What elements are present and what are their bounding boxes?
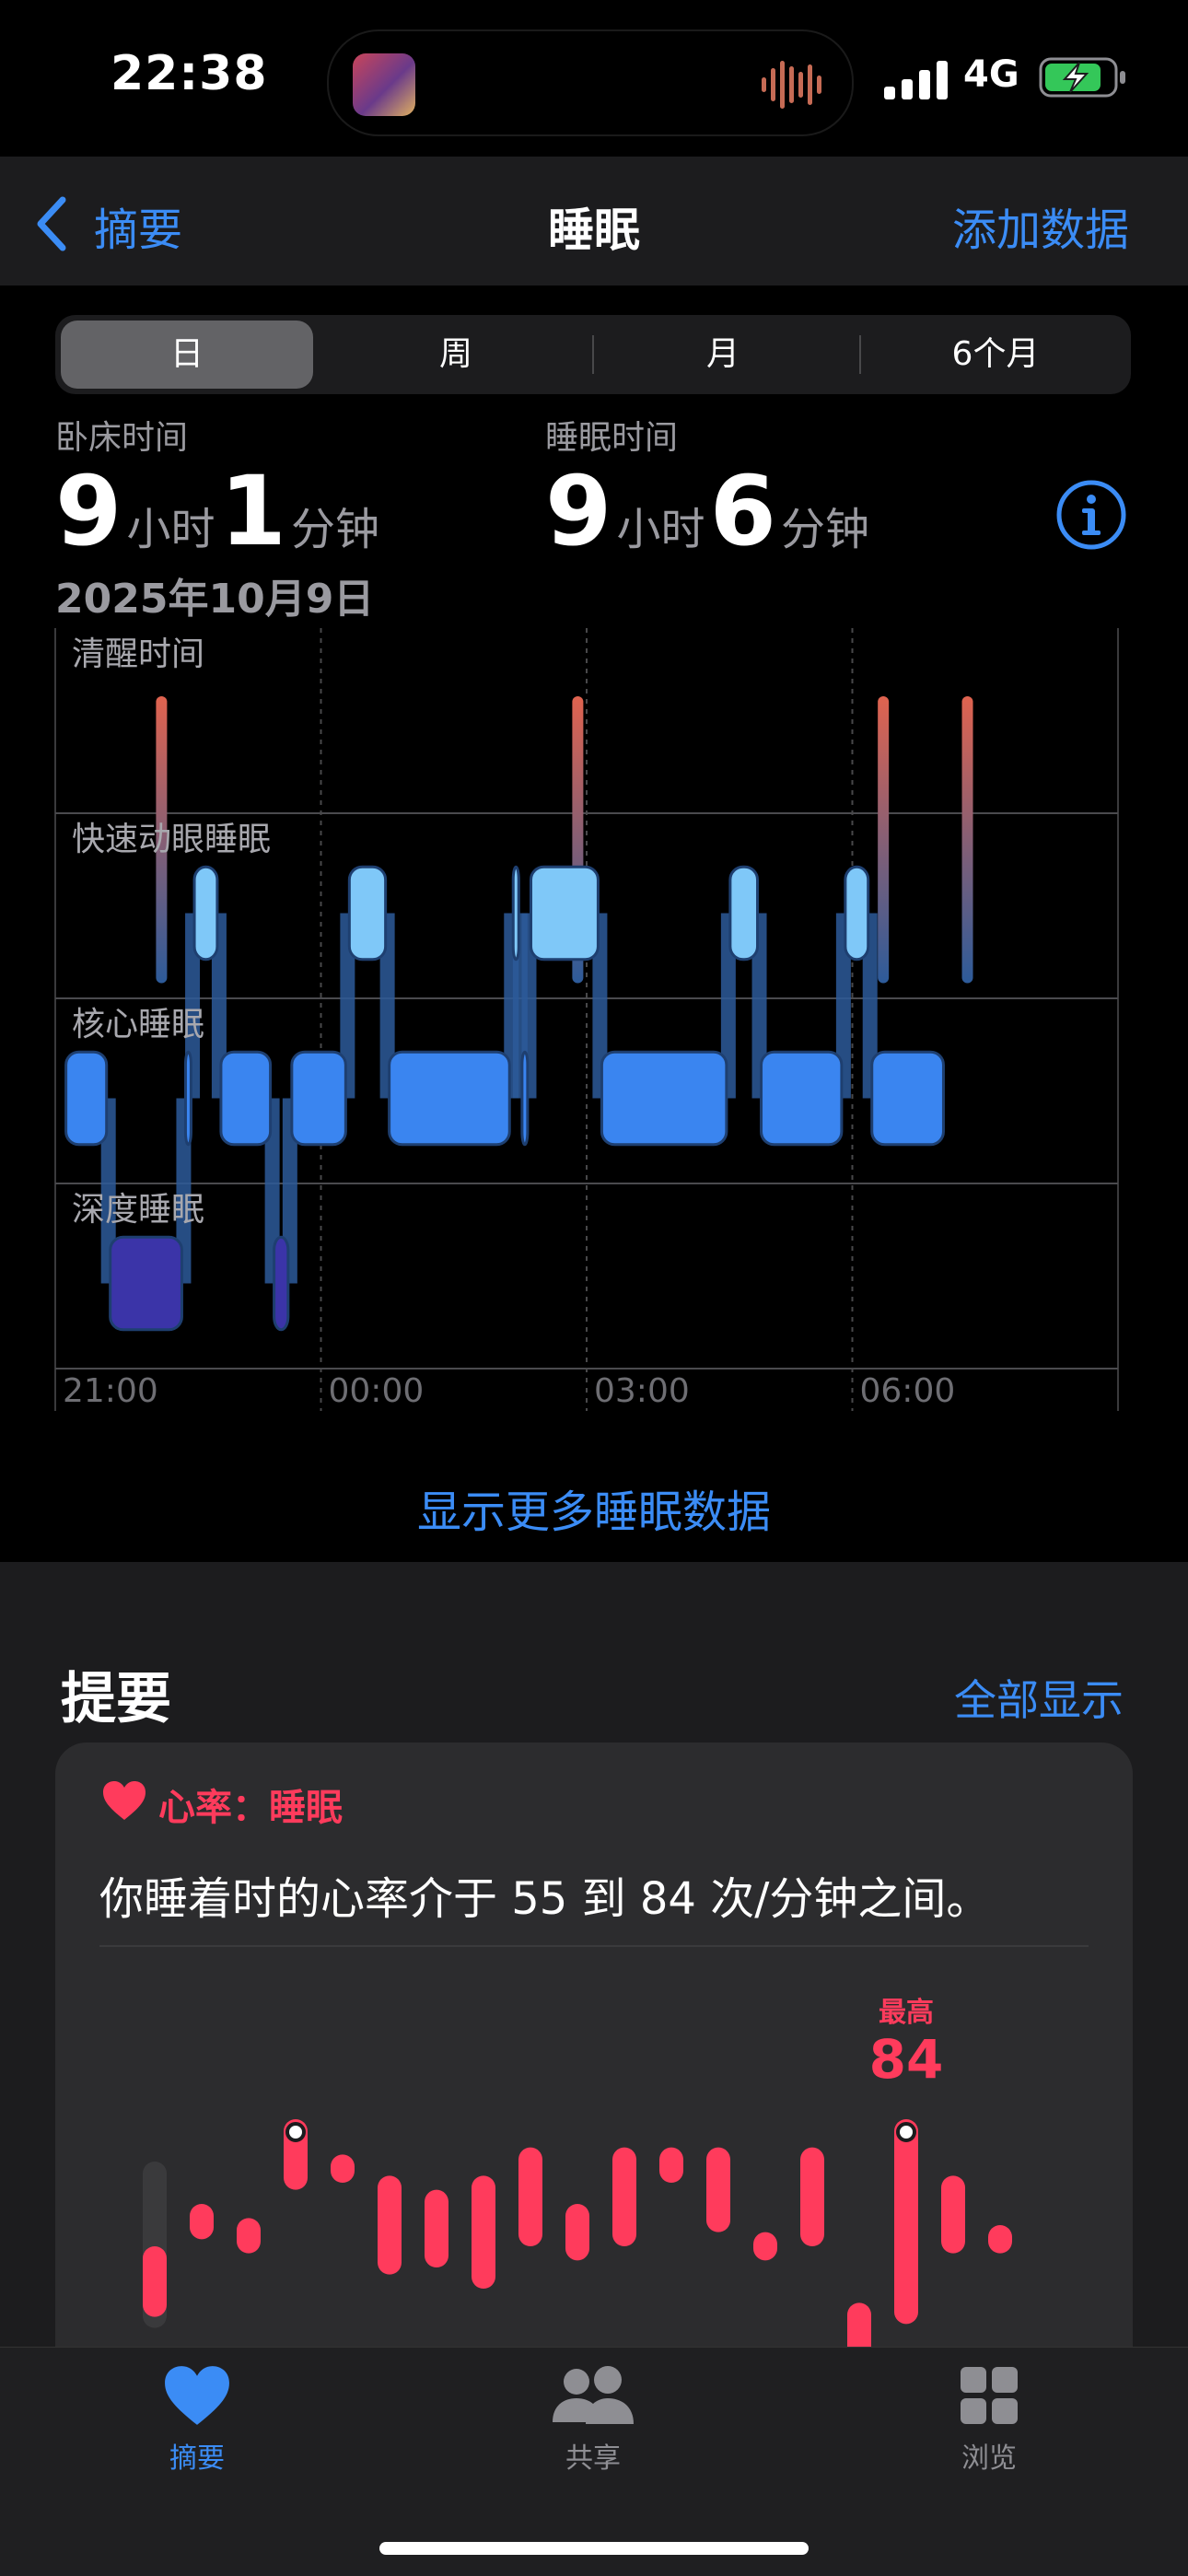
tab-sharing[interactable]: 共享 xyxy=(501,2363,685,2476)
audio-waveform-icon xyxy=(762,61,821,109)
tab-summary-label: 摘要 xyxy=(169,2442,225,2475)
in-bed-value: 9 小时 1 分钟 xyxy=(55,455,379,567)
heart-rate-range-bar xyxy=(190,2204,214,2240)
in-bed-hours-unit: 小时 xyxy=(126,504,215,555)
network-type: 4G xyxy=(963,53,1019,96)
heart-rate-range-bar xyxy=(612,2147,636,2246)
stage-label: 快速动眼睡眠 xyxy=(72,821,271,858)
asleep-label: 睡眠时间 xyxy=(545,419,679,457)
heart-rate-range-bar xyxy=(894,2119,918,2325)
max-label: 最高 xyxy=(879,1997,934,2029)
heart-rate-range-bar xyxy=(425,2189,448,2267)
heart-rate-range-bar xyxy=(237,2218,261,2254)
segment-month[interactable]: 月 xyxy=(599,321,847,389)
status-time: 22:38 xyxy=(111,46,268,101)
heart-rate-range-bar xyxy=(143,2246,167,2317)
heart-rate-range-bar xyxy=(331,2154,355,2183)
segment-divider xyxy=(592,335,594,374)
max-point-marker xyxy=(896,2122,916,2142)
heart-rate-range-bar xyxy=(800,2147,824,2246)
add-data-button[interactable]: 添加数据 xyxy=(952,193,1129,258)
stage-block xyxy=(347,865,388,962)
tab-browse-label: 浏览 xyxy=(961,2442,1017,2475)
stage-block xyxy=(388,1050,511,1147)
asleep-hours: 9 xyxy=(545,455,612,567)
stage-block xyxy=(511,865,520,962)
segment-6-months[interactable]: 6个月 xyxy=(866,321,1125,389)
stage-block xyxy=(290,1050,347,1147)
stage-block xyxy=(520,1050,530,1147)
heart-rate-range-bar xyxy=(941,2175,965,2254)
heart-rate-range-bar xyxy=(753,2232,777,2261)
heart-rate-range-bar xyxy=(565,2204,589,2261)
segment-week[interactable]: 周 xyxy=(332,321,580,389)
asleep-value: 9 小时 6 分钟 xyxy=(545,455,869,567)
stage-block xyxy=(273,1235,290,1332)
heart-rate-category: 心率：睡眠 xyxy=(158,1787,343,1829)
awake-mark xyxy=(878,696,890,984)
max-value: 84 xyxy=(869,2028,944,2091)
heart-icon xyxy=(165,2366,229,2425)
stage-block xyxy=(64,1050,109,1147)
stage-block xyxy=(728,865,760,962)
tab-browse[interactable]: 浏览 xyxy=(897,2363,1081,2476)
home-indicator[interactable] xyxy=(379,2542,809,2555)
stage-label: 核心睡眠 xyxy=(72,1006,204,1043)
heart-rate-range-bar xyxy=(518,2147,542,2246)
sleep-stages-chart[interactable]: 清醒时间快速动眼睡眠核心睡眠深度睡眠 21:00 00:00 03:00 06:00 xyxy=(0,626,1188,1418)
heart-rate-range-bar xyxy=(378,2175,402,2275)
stage-block xyxy=(192,865,219,962)
stage-label: 清醒时间 xyxy=(72,635,204,673)
dynamic-island[interactable] xyxy=(327,29,854,136)
asleep-minutes: 6 xyxy=(709,455,776,567)
tab-summary[interactable]: 摘要 xyxy=(105,2363,289,2476)
stage-block xyxy=(760,1050,844,1147)
max-point-marker xyxy=(285,2122,306,2142)
in-bed-minutes: 1 xyxy=(219,455,286,567)
info-icon[interactable] xyxy=(1055,479,1127,551)
time-tick-label: 03:00 xyxy=(594,1372,690,1410)
show-all-button[interactable]: 全部显示 xyxy=(954,1667,1124,1728)
stage-block xyxy=(844,865,870,962)
time-range-segmented-control: 日 周 月 6个月 xyxy=(55,315,1131,394)
people-icon xyxy=(553,2366,634,2424)
stage-block xyxy=(870,1050,945,1147)
segment-divider xyxy=(859,335,861,374)
date-label: 2025年10月9日 xyxy=(55,576,375,623)
show-more-sleep-data-button[interactable]: 显示更多睡眠数据 xyxy=(0,1475,1188,1540)
now-playing-artwork xyxy=(353,53,415,116)
tab-sharing-label: 共享 xyxy=(565,2442,621,2475)
grid-icon xyxy=(961,2367,1018,2424)
in-bed-label: 卧床时间 xyxy=(55,419,189,457)
heart-rate-range-bar xyxy=(472,2175,495,2289)
segment-day[interactable]: 日 xyxy=(61,321,313,389)
highlights-title: 提要 xyxy=(61,1667,171,1731)
battery-charging-icon xyxy=(1039,57,1125,98)
in-bed-minutes-unit: 分钟 xyxy=(291,504,380,555)
heart-rate-range-bar xyxy=(988,2225,1012,2254)
asleep-hours-unit: 小时 xyxy=(616,504,705,555)
asleep-minutes-unit: 分钟 xyxy=(781,504,870,555)
in-bed-hours: 9 xyxy=(55,455,122,567)
heart-rate-summary-text: 你睡着时的心率介于 55 到 84 次/分钟之间。 xyxy=(99,1873,991,1925)
awake-mark xyxy=(961,696,973,984)
stage-block xyxy=(183,1050,192,1147)
stage-block xyxy=(529,865,600,962)
heart-rate-range-bar xyxy=(706,2147,730,2232)
heart-icon xyxy=(103,1781,146,1820)
time-tick-label: 06:00 xyxy=(860,1372,956,1410)
card-divider xyxy=(99,1945,1089,1947)
time-tick-label: 00:00 xyxy=(329,1372,425,1410)
stage-block xyxy=(600,1050,728,1147)
stage-block xyxy=(109,1235,183,1332)
stage-label: 深度睡眠 xyxy=(72,1191,204,1229)
time-tick-label: 21:00 xyxy=(63,1372,158,1410)
heart-rate-range-bar xyxy=(659,2147,683,2183)
stage-block xyxy=(219,1050,273,1147)
cellular-signal-icon xyxy=(884,61,948,99)
